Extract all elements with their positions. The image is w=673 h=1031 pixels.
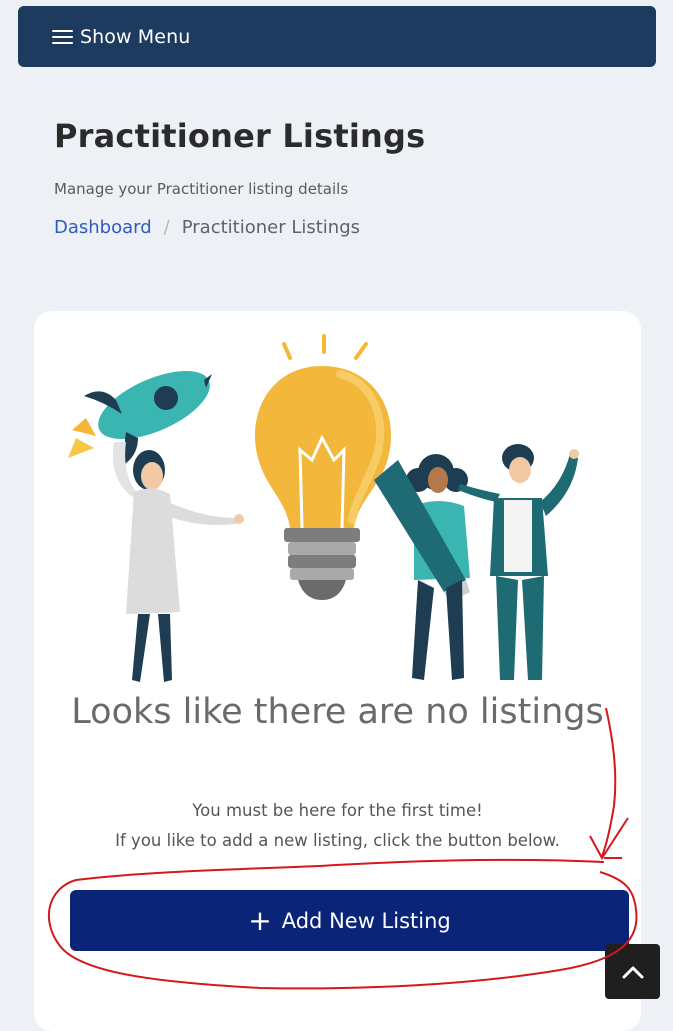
- breadcrumb-dashboard-link[interactable]: Dashboard: [54, 217, 152, 238]
- empty-state-text: You must be here for the first time! If …: [34, 796, 641, 856]
- scroll-to-top-button[interactable]: [605, 944, 660, 999]
- man-figure: [458, 444, 579, 680]
- empty-state-line-2: If you like to add a new listing, click …: [115, 831, 560, 850]
- woman-figure: [112, 442, 244, 682]
- empty-state-illustration: [68, 334, 579, 682]
- breadcrumb-separator: /: [163, 217, 170, 238]
- page-subtitle: Manage your Practitioner listing details: [54, 180, 349, 198]
- chevron-up-icon: [622, 966, 643, 978]
- empty-state-title: Looks like there are no listings: [71, 692, 604, 732]
- add-new-listing-button[interactable]: + Add New Listing: [70, 890, 629, 951]
- breadcrumb: Dashboard / Practitioner Listings: [54, 217, 360, 238]
- woman-with-pencil-figure: [374, 454, 470, 680]
- show-menu-label: Show Menu: [80, 25, 191, 48]
- show-menu-button[interactable]: Show Menu: [18, 6, 656, 67]
- page-title: Practitioner Listings: [54, 117, 426, 155]
- lightbulb-icon: [254, 334, 392, 600]
- rocket-icon: [68, 370, 212, 466]
- breadcrumb-current: Practitioner Listings: [181, 217, 361, 238]
- hamburger-icon: [52, 29, 73, 44]
- empty-state-line-1: You must be here for the first time!: [192, 801, 483, 820]
- add-new-listing-label: Add New Listing: [281, 908, 451, 933]
- plus-icon: +: [248, 903, 272, 937]
